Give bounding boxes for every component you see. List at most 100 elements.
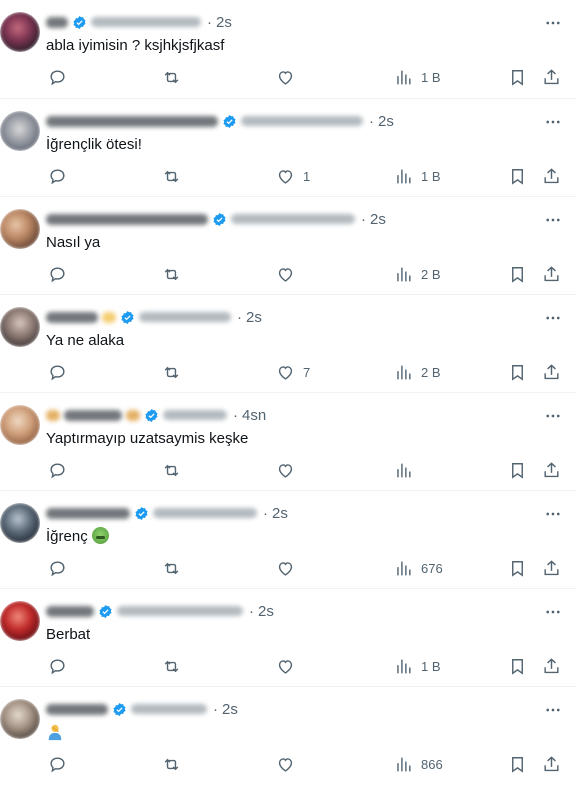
post-time[interactable]: 2s bbox=[272, 505, 288, 522]
post-time[interactable]: 4sn bbox=[242, 407, 266, 424]
author-name[interactable] bbox=[46, 507, 130, 519]
post-time[interactable]: 2s bbox=[216, 14, 232, 31]
avatar[interactable] bbox=[0, 307, 40, 347]
reply-button[interactable] bbox=[48, 753, 67, 775]
share-icon bbox=[544, 559, 559, 575]
author-name[interactable] bbox=[46, 605, 94, 617]
reply-post[interactable]: · 2s Nasıl ya 2 B bbox=[0, 197, 576, 295]
author-handle[interactable] bbox=[131, 704, 207, 714]
bookmark-button[interactable] bbox=[508, 66, 527, 88]
retweet-button[interactable] bbox=[162, 557, 181, 579]
avatar[interactable] bbox=[0, 601, 40, 641]
like-button[interactable]: 7 bbox=[276, 361, 310, 383]
retweet-button[interactable] bbox=[162, 361, 181, 383]
reply-button[interactable] bbox=[48, 263, 67, 285]
like-button[interactable] bbox=[276, 263, 303, 285]
reply-post[interactable]: · 2s İğrenç 676 bbox=[0, 491, 576, 589]
author-handle[interactable] bbox=[163, 410, 227, 420]
post-time[interactable]: 2s bbox=[378, 113, 394, 130]
retweet-button[interactable] bbox=[162, 165, 181, 187]
share-button[interactable] bbox=[542, 263, 561, 285]
more-dots-icon[interactable] bbox=[544, 309, 562, 327]
reply-post[interactable]: · 2s Berbat 1 B bbox=[0, 589, 576, 687]
share-button[interactable] bbox=[542, 361, 561, 383]
share-button[interactable] bbox=[542, 753, 561, 775]
author-name[interactable] bbox=[46, 16, 68, 28]
views-button[interactable]: 2 B bbox=[394, 361, 441, 383]
retweet-button[interactable] bbox=[162, 753, 181, 775]
bookmark-button[interactable] bbox=[508, 557, 527, 579]
more-dots-icon[interactable] bbox=[544, 505, 562, 523]
reply-button[interactable] bbox=[48, 361, 67, 383]
like-button[interactable] bbox=[276, 753, 303, 775]
author-name[interactable] bbox=[64, 409, 122, 421]
avatar[interactable] bbox=[0, 503, 40, 543]
author-handle[interactable] bbox=[241, 116, 363, 126]
more-dots-icon[interactable] bbox=[544, 701, 562, 719]
author-name[interactable] bbox=[46, 213, 208, 225]
reply-button[interactable] bbox=[48, 66, 67, 88]
avatar[interactable] bbox=[0, 111, 40, 151]
views-button[interactable]: 676 bbox=[394, 557, 443, 579]
reply-post[interactable]: · 2s abla iyimisin ? ksjhkjsfjkasf 1 B bbox=[0, 0, 576, 99]
more-dots-icon[interactable] bbox=[544, 113, 562, 131]
share-button[interactable] bbox=[542, 165, 561, 187]
heart-icon bbox=[278, 70, 293, 85]
reply-post[interactable]: · 2s İğrençlik ötesi! 1 1 B bbox=[0, 99, 576, 197]
bookmark-button[interactable] bbox=[508, 361, 527, 383]
author-handle[interactable] bbox=[117, 606, 243, 616]
reply-post[interactable]: · 2s Ya ne alaka 7 2 B bbox=[0, 295, 576, 393]
like-button[interactable] bbox=[276, 66, 303, 88]
author-handle[interactable] bbox=[139, 312, 231, 322]
author-name[interactable] bbox=[46, 115, 218, 127]
share-button[interactable] bbox=[542, 459, 561, 481]
more-dots-icon[interactable] bbox=[544, 407, 562, 425]
like-button[interactable]: 1 bbox=[276, 165, 310, 187]
like-button[interactable] bbox=[276, 459, 303, 481]
post-time[interactable]: 2s bbox=[258, 603, 274, 620]
author-name[interactable] bbox=[46, 311, 98, 323]
retweet-button[interactable] bbox=[162, 459, 181, 481]
share-button[interactable] bbox=[542, 557, 561, 579]
views-button[interactable]: 1 B bbox=[394, 655, 441, 677]
bookmark-button[interactable] bbox=[508, 655, 527, 677]
post-time[interactable]: 2s bbox=[246, 309, 262, 326]
avatar[interactable] bbox=[0, 405, 40, 445]
bookmark-button[interactable] bbox=[508, 753, 527, 775]
views-button[interactable] bbox=[394, 459, 421, 481]
author-handle[interactable] bbox=[91, 17, 201, 27]
retweet-button[interactable] bbox=[162, 655, 181, 677]
avatar[interactable] bbox=[0, 209, 40, 249]
avatar[interactable] bbox=[0, 699, 40, 739]
author-name[interactable] bbox=[46, 703, 108, 715]
share-button[interactable] bbox=[542, 655, 561, 677]
reply-button[interactable] bbox=[48, 165, 67, 187]
post-time[interactable]: 2s bbox=[222, 701, 238, 718]
like-button[interactable] bbox=[276, 557, 303, 579]
avatar[interactable] bbox=[0, 12, 40, 52]
reply-post[interactable]: · 4sn Yaptırmayıp uzatsaymis keşke bbox=[0, 393, 576, 491]
bookmark-button[interactable] bbox=[508, 165, 527, 187]
author-handle[interactable] bbox=[231, 214, 355, 224]
bookmark-button[interactable] bbox=[508, 459, 527, 481]
like-button[interactable] bbox=[276, 655, 303, 677]
verified-badge-icon bbox=[72, 15, 87, 30]
reply-post[interactable]: · 2s 866 bbox=[0, 687, 576, 785]
more-dots-icon[interactable] bbox=[544, 603, 562, 621]
reply-button[interactable] bbox=[48, 655, 67, 677]
views-icon bbox=[397, 658, 411, 674]
author-handle[interactable] bbox=[153, 508, 257, 518]
share-button[interactable] bbox=[542, 66, 561, 88]
views-button[interactable]: 2 B bbox=[394, 263, 441, 285]
retweet-button[interactable] bbox=[162, 263, 181, 285]
more-dots-icon[interactable] bbox=[544, 14, 562, 32]
reply-button[interactable] bbox=[48, 557, 67, 579]
views-button[interactable]: 866 bbox=[394, 753, 443, 775]
views-button[interactable]: 1 B bbox=[394, 66, 441, 88]
retweet-button[interactable] bbox=[162, 66, 181, 88]
post-time[interactable]: 2s bbox=[370, 211, 386, 228]
more-dots-icon[interactable] bbox=[544, 211, 562, 229]
bookmark-button[interactable] bbox=[508, 263, 527, 285]
reply-button[interactable] bbox=[48, 459, 67, 481]
views-button[interactable]: 1 B bbox=[394, 165, 441, 187]
